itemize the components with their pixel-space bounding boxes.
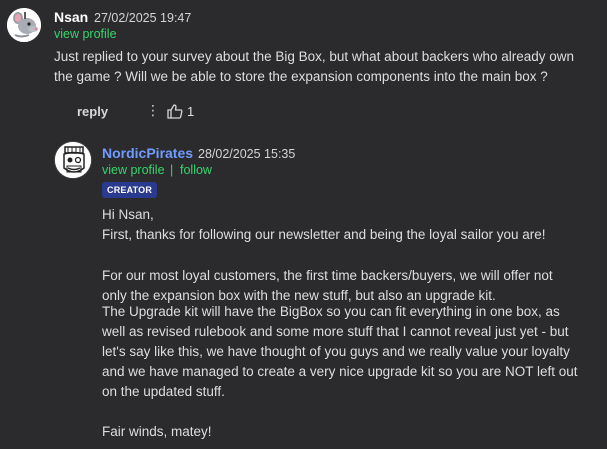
creator-badge: CREATOR (102, 182, 158, 198)
reply-button[interactable]: reply (77, 104, 108, 119)
like-count: 1 (187, 104, 195, 119)
reply-date: 28/02/2025 15:35 (198, 147, 296, 161)
more-options-icon[interactable]: ⋮ (146, 102, 160, 119)
comment-date: 27/02/2025 19:47 (94, 11, 192, 25)
user-avatar[interactable] (7, 8, 41, 42)
view-profile-link[interactable]: view profile (54, 27, 117, 41)
reply-author[interactable]: NordicPirates (102, 145, 193, 161)
reply-line: let's say like this, we have thought of … (102, 344, 570, 359)
link-separator: | (170, 163, 174, 177)
comment-thread: Nsan 27/02/2025 19:47 view profile Just … (0, 0, 607, 449)
creator-view-profile-link[interactable]: view profile (102, 163, 165, 177)
thumbs-up-icon (167, 104, 183, 119)
reply-line: Hi Nsan, (102, 207, 154, 222)
comment-author[interactable]: Nsan (54, 9, 88, 25)
reply-line: First, thanks for following our newslett… (102, 227, 546, 242)
reply-line: well as revised rulebook and some more s… (102, 324, 569, 339)
comment-text-line-1: Just replied to your survey about the Bi… (54, 49, 575, 64)
reply-line: For our most loyal customers, the first … (102, 268, 553, 283)
reply-line: The Upgrade kit will have the BigBox so … (102, 304, 560, 319)
pirate-avatar-icon (55, 142, 91, 178)
rat-avatar-icon (7, 8, 41, 42)
follow-link[interactable]: follow (180, 163, 212, 177)
comment-text-line-2: the game ? Will we be able to store the … (54, 69, 548, 84)
reply-line: and we have managed to create a very nic… (102, 364, 578, 379)
like-button[interactable]: 1 (167, 104, 194, 119)
reply-line: Fair winds, matey! (102, 424, 212, 439)
reply-line: on the updated stuff. (102, 384, 225, 399)
creator-avatar[interactable] (54, 141, 92, 179)
